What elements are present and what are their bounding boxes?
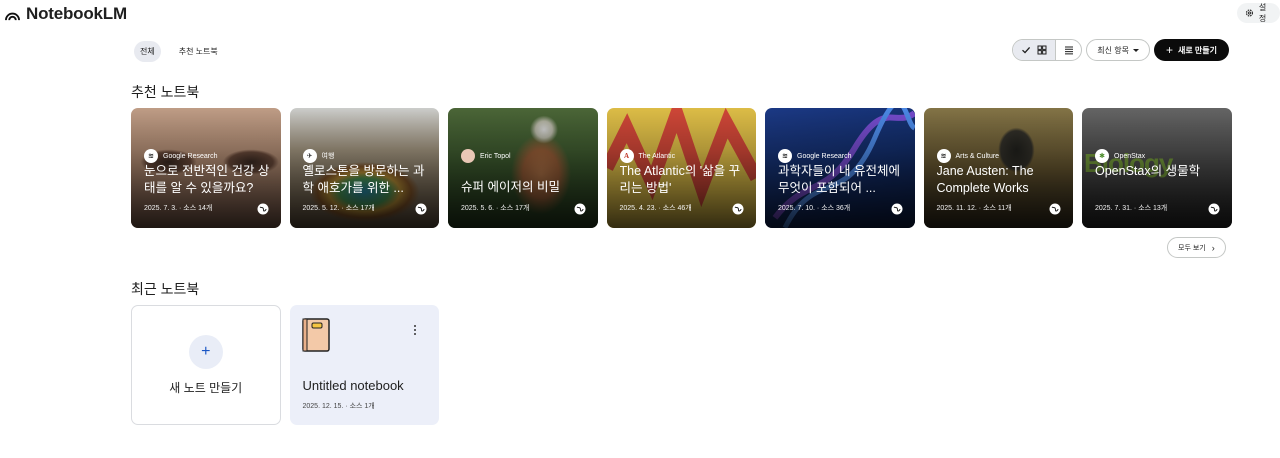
globe-icon: [1049, 203, 1061, 215]
card-source: OpenStax: [1114, 152, 1146, 160]
card-meta: 2025. 11. 12. · 소스 11개: [936, 205, 1012, 212]
app-name: NotebookLM: [26, 4, 127, 23]
caret-down-icon: [1132, 48, 1139, 52]
card-source: Arts & Culture: [955, 152, 1000, 160]
featured-card[interactable]: ≋ Arts & Culture Jane Austen: The Complet…: [923, 108, 1073, 228]
card-source: Eric Topol: [480, 152, 511, 160]
plus-icon: +: [1165, 43, 1173, 57]
featured-card[interactable]: ✈ 여행 옐로스톤을 방문하는 과학 애호가를 위한 ... 2025. 5. 1…: [289, 108, 439, 228]
new-notebook-card[interactable]: + 새 노트 만들기: [131, 305, 281, 425]
card-meta: 2025. 7. 31. · 소스 13개: [1095, 205, 1168, 212]
card-title: 과학자들이 내 유전체에 무엇이 포함되어 ...: [778, 164, 900, 195]
travel-logo-icon: ✈: [302, 149, 317, 163]
featured-card[interactable]: Eric Topol 슈퍼 에이저의 비밀 2025. 5. 6. · 소스 1…: [448, 108, 598, 228]
recent-section-title: 최근 노트북: [131, 281, 200, 297]
featured-section-title: 추천 노트북: [131, 84, 200, 100]
notebook-meta: 2025. 12. 15. · 소스 1개: [302, 403, 375, 410]
card-title: 눈으로 전반적인 건강 상태를 알 수 있을까요?: [144, 164, 270, 195]
chevron-right-icon: ›: [1211, 242, 1215, 253]
the-atlantic-logo-icon: A: [619, 149, 634, 163]
create-label: 새로 만들기: [1177, 45, 1217, 55]
notebooklm-logo-icon: [5, 12, 20, 20]
notebooklm-home: NotebookLM 설정 전체 추천 노트북 최신 항목 + 새로 만들기 추…: [0, 0, 1280, 458]
more-options-icon[interactable]: [413, 325, 417, 335]
filter-chip-all[interactable]: 전체: [134, 41, 161, 62]
globe-icon: [257, 203, 268, 215]
card-source: Google Research: [163, 152, 218, 160]
openstax-logo-icon: ✱: [1095, 149, 1109, 163]
recent-notebooks: + 새 노트 만들기 Untitled notebook 2025. 12. 1…: [131, 305, 439, 425]
card-source: Google Research: [797, 152, 852, 160]
google-research-logo-icon: ≋: [144, 149, 158, 163]
card-meta: 2025. 7. 3. · 소스 14개: [144, 205, 213, 212]
new-notebook-label: 새 노트 만들기: [169, 380, 243, 395]
create-notebook-button[interactable]: + 새로 만들기: [1153, 39, 1229, 61]
notebook-title: Untitled notebook: [302, 378, 404, 393]
featured-card[interactable]: Biology ✱OpenStax OpenStax의 생물학 2025. 7.…: [1082, 108, 1232, 228]
check-icon: [1022, 46, 1031, 54]
avatar: [461, 149, 475, 163]
card-title: Jane Austen: The Complete Works: [936, 164, 1034, 195]
list-icon: [1064, 46, 1073, 55]
filter-chips: 전체 추천 노트북: [134, 41, 224, 62]
list-view-button[interactable]: [1055, 40, 1081, 60]
google-research-logo-icon: ≋: [778, 149, 792, 163]
filter-chip-featured[interactable]: 추천 노트북: [173, 41, 224, 62]
sort-label: 최신 항목: [1097, 45, 1129, 55]
card-title: 슈퍼 에이저의 비밀: [461, 180, 560, 194]
gear-icon: [1245, 9, 1254, 17]
card-title: OpenStax의 생물학: [1095, 164, 1201, 178]
card-title: 옐로스톤을 방문하는 과학 애호가를 위한 ...: [302, 164, 425, 195]
globe-icon: [891, 203, 902, 215]
globe-icon: [1208, 203, 1219, 215]
settings-label: 설정: [1258, 3, 1267, 23]
sort-dropdown[interactable]: 최신 항목: [1086, 39, 1150, 61]
card-meta: 2025. 4. 23. · 소스 46개: [619, 205, 692, 212]
view-toggle: [1012, 39, 1083, 61]
card-title: The Atlantic의 '삶을 꾸리는 방법': [619, 164, 741, 195]
featured-card[interactable]: ≋ Google Research 눈으로 전반적인 건강 상태를 알 수 있을까…: [131, 108, 281, 228]
arts-culture-logo-icon: ≋: [936, 149, 951, 163]
globe-icon: [574, 203, 585, 215]
plus-icon: +: [188, 334, 223, 369]
card-meta: 2025. 7. 10. · 소스 36개: [778, 205, 851, 212]
settings-button[interactable]: 설정: [1237, 3, 1280, 23]
card-meta: 2025. 5. 12. · 소스 17개: [302, 205, 375, 212]
featured-card[interactable]: ≋ Google Research 과학자들이 내 유전체에 무엇이 포함되어 .…: [765, 108, 915, 228]
grid-icon: [1037, 45, 1047, 55]
globe-icon: [415, 203, 427, 215]
notebook-card[interactable]: Untitled notebook 2025. 12. 15. · 소스 1개: [289, 305, 439, 425]
toolbar: 최신 항목 + 새로 만들기: [1012, 39, 1229, 61]
card-meta: 2025. 5. 6. · 소스 17개: [461, 205, 530, 212]
card-source: The Atlantic: [638, 152, 676, 160]
app-logo[interactable]: NotebookLM: [5, 4, 127, 24]
see-all-label: 모두 보기: [1178, 244, 1206, 252]
notebook-icon: [301, 318, 330, 352]
card-source: 여행: [321, 153, 335, 160]
globe-icon: [732, 203, 744, 215]
grid-view-button[interactable]: [1013, 40, 1056, 60]
see-all-button[interactable]: 모두 보기 ›: [1167, 237, 1226, 258]
featured-notebooks: ≋ Google Research 눈으로 전반적인 건강 상태를 알 수 있을까…: [131, 108, 1232, 228]
featured-card[interactable]: A The Atlantic The Atlantic의 '삶을 꾸리는 방법' …: [606, 108, 756, 228]
